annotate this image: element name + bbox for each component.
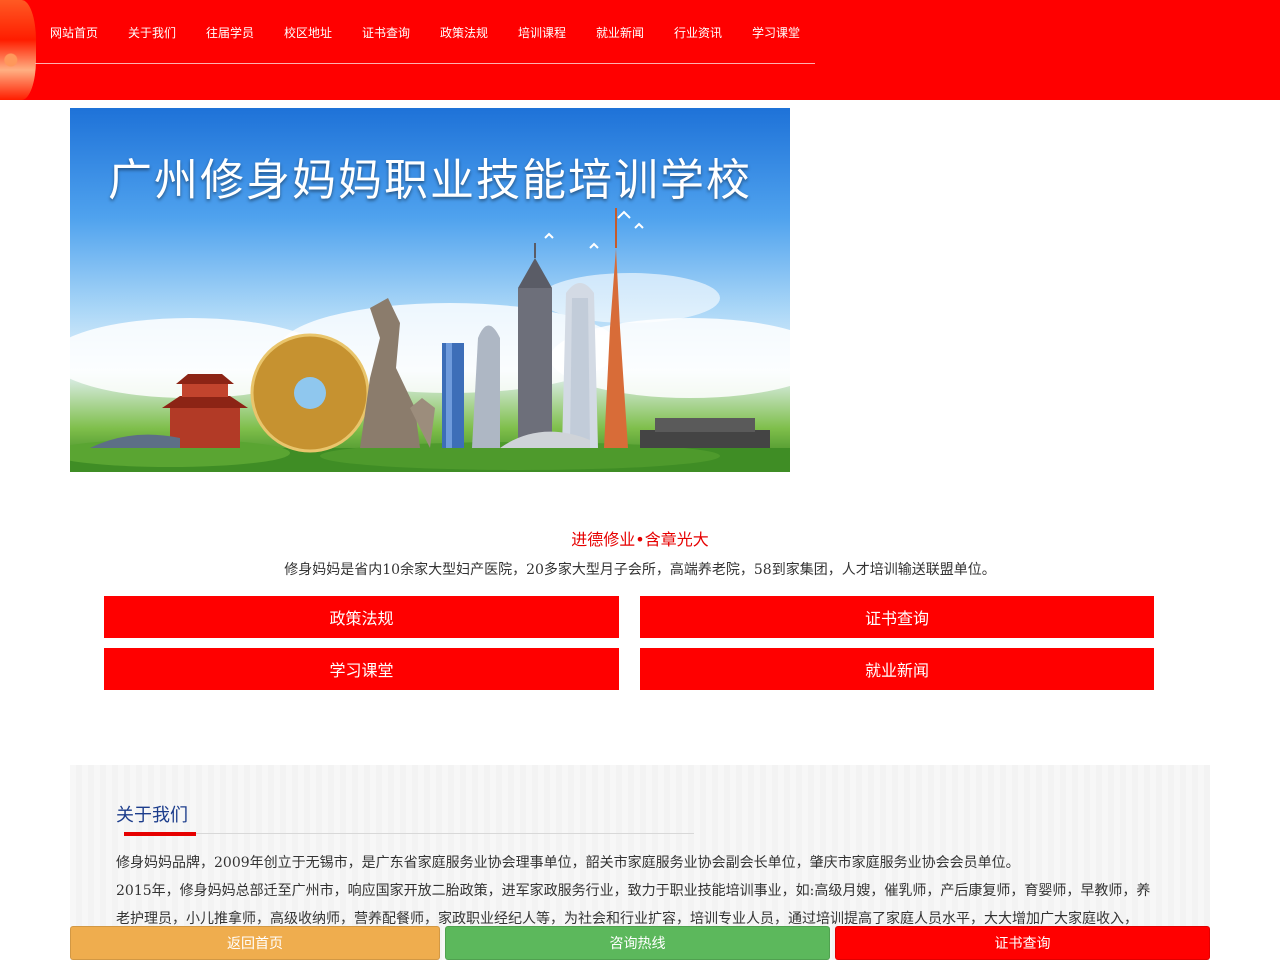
banner-title: 广州修身妈妈职业技能培训学校 <box>108 155 752 206</box>
nav-home[interactable]: 网站首页 <box>35 24 113 41</box>
nav-alumni[interactable]: 往届学员 <box>191 24 269 41</box>
hotline-button[interactable]: 咨询热线 <box>445 926 830 960</box>
classroom-button[interactable]: 学习课堂 <box>104 648 619 690</box>
about-paragraph-1: 修身妈妈品牌，2009年创立于无锡市，是广东省家庭服务业协会理事单位，韶关市家庭… <box>116 855 1020 871</box>
nav-about[interactable]: 关于我们 <box>113 24 191 41</box>
about-title: 关于我们 <box>116 805 188 826</box>
nav-classroom[interactable]: 学习课堂 <box>737 24 815 41</box>
nav-certificate[interactable]: 证书查询 <box>347 24 425 41</box>
nav-industry[interactable]: 行业资讯 <box>659 24 737 41</box>
nav-courses[interactable]: 培训课程 <box>503 24 581 41</box>
certificate-query-bottom-button[interactable]: 证书查询 <box>835 926 1210 960</box>
header-decoration <box>0 0 36 100</box>
certificate-query-button[interactable]: 证书查询 <box>640 596 1154 638</box>
policy-button[interactable]: 政策法规 <box>104 596 619 638</box>
main-nav: 网站首页 关于我们 往届学员 校区地址 证书查询 政策法规 培训课程 就业新闻 … <box>35 0 815 64</box>
nav-jobs[interactable]: 就业新闻 <box>581 24 659 41</box>
about-title-underline <box>124 832 196 836</box>
top-header: 网站首页 关于我们 往届学员 校区地址 证书查询 政策法规 培训课程 就业新闻 … <box>0 0 1280 100</box>
slogan-text: 进德修业•含章光大 <box>571 530 709 549</box>
back-home-button[interactable]: 返回首页 <box>70 926 440 960</box>
nav-policy[interactable]: 政策法规 <box>425 24 503 41</box>
hero-banner[interactable]: 广州修身妈妈职业技能培训学校 <box>70 108 790 472</box>
about-paragraph-2: 2015年，修身妈妈总部迁至广州市，响应国家开放二胎政策，进军家政服务行业，致力… <box>116 883 1151 927</box>
about-divider <box>124 833 694 834</box>
intro-text: 修身妈妈是省内10余家大型妇产医院，20多家大型月子会所，高端养老院，58到家集… <box>284 562 996 578</box>
about-body: 修身妈妈品牌，2009年创立于无锡市，是广东省家庭服务业协会理事单位，韶关市家庭… <box>116 849 1156 933</box>
nav-campus[interactable]: 校区地址 <box>269 24 347 41</box>
jobs-news-button[interactable]: 就业新闻 <box>640 648 1154 690</box>
